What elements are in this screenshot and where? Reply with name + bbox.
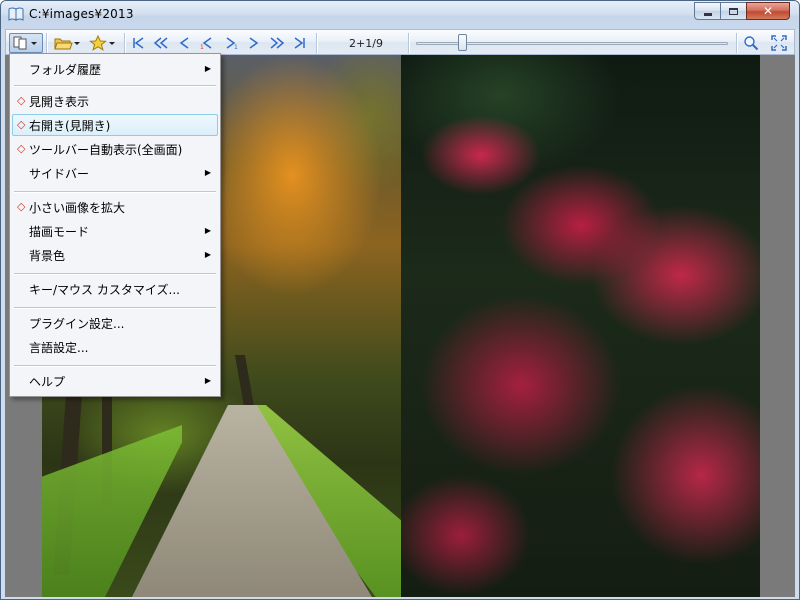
svg-text:1: 1 — [200, 44, 204, 50]
menu-item-label: 右開き(見開き) — [29, 118, 111, 133]
svg-text:1: 1 — [234, 44, 238, 50]
last-page-icon — [294, 37, 305, 49]
menu-item-label: キー/マウス カスタマイズ... — [29, 282, 180, 297]
checked-diamond-icon: ◇ — [17, 118, 26, 131]
page-slider-thumb[interactable] — [458, 34, 468, 51]
checked-diamond-icon: ◇ — [17, 200, 26, 213]
menu-item[interactable]: フォルダ履歴 ▶ — [12, 58, 218, 80]
menu-separator — [14, 85, 216, 86]
menu-item[interactable]: ◇ ツールバー自動表示(全画面) — [12, 138, 218, 160]
submenu-arrow-icon: ▶ — [204, 168, 211, 177]
menu-item[interactable]: ◇ 右開き(見開き) — [12, 114, 218, 136]
minimize-button[interactable] — [694, 2, 720, 20]
menu-separator — [14, 191, 216, 192]
fullscreen-button[interactable] — [768, 33, 790, 53]
prev-single-page-icon: 1 — [200, 37, 212, 50]
book-icon — [8, 7, 24, 21]
menu-item-label: フォルダ履歴 — [29, 62, 102, 77]
menu-item-label: ヘルプ — [29, 374, 66, 389]
menu-item[interactable]: ◇ 見開き表示 — [12, 90, 218, 112]
submenu-arrow-icon: ▶ — [204, 64, 211, 73]
prev-single-page-button[interactable]: 1 — [196, 33, 218, 53]
zoom-button[interactable] — [740, 33, 762, 53]
fast-forward-button[interactable] — [266, 33, 288, 53]
menu-item[interactable]: ◇ 小さい画像を拡大 — [12, 196, 218, 218]
window-title: C:¥images¥2013 — [29, 7, 134, 21]
menu-item[interactable]: キー/マウス カスタマイズ... — [12, 278, 218, 300]
menu-item[interactable]: サイドバー ▶ — [12, 162, 218, 184]
view-menu-icon — [13, 36, 37, 50]
menu-separator — [14, 273, 216, 274]
minimize-icon — [703, 12, 712, 16]
prev-page-icon — [179, 37, 189, 49]
next-single-page-icon: 1 — [226, 37, 238, 50]
open-folder-button[interactable] — [50, 33, 84, 53]
menu-item-label: ツールバー自動表示(全画面) — [29, 142, 183, 157]
title-bar[interactable]: C:¥images¥2013 ✕ — [1, 1, 799, 29]
menu-item[interactable]: プラグイン設定... — [12, 312, 218, 334]
menu-item[interactable]: 言語設定... — [12, 336, 218, 358]
last-page-button[interactable] — [290, 33, 310, 53]
menu-item-label: 言語設定... — [29, 340, 89, 355]
menu-item-label: 背景色 — [29, 248, 66, 263]
bookmark-star-icon — [89, 35, 115, 51]
checked-diamond-icon: ◇ — [17, 94, 26, 107]
next-page-button[interactable] — [244, 33, 264, 53]
menu-item-label: 見開き表示 — [29, 94, 90, 109]
menu-item-label: プラグイン設定... — [29, 316, 125, 331]
bookmark-button[interactable] — [86, 33, 120, 53]
submenu-arrow-icon: ▶ — [204, 376, 211, 385]
photo-red-leaves — [401, 55, 760, 597]
fast-back-icon — [153, 37, 168, 49]
view-menu-button[interactable] — [9, 33, 43, 53]
menu-separator — [14, 365, 216, 366]
maximize-icon — [729, 7, 738, 15]
fast-back-button[interactable] — [150, 33, 172, 53]
menu-separator — [14, 307, 216, 308]
checked-diamond-icon: ◇ — [17, 142, 26, 155]
first-page-icon — [133, 37, 144, 49]
next-page-icon — [249, 37, 259, 49]
menu-item-label: 描画モード — [29, 224, 90, 239]
menu-item[interactable]: ヘルプ ▶ — [12, 370, 218, 392]
window-controls: ✕ — [694, 2, 790, 21]
fast-forward-icon — [270, 37, 285, 49]
close-button[interactable]: ✕ — [746, 2, 790, 20]
viewer-window: C:¥images¥2013 ✕ 1 1 2+1/9 フォルダ履歴 ▶ ◇ 見開… — [0, 0, 800, 600]
close-icon: ✕ — [762, 4, 774, 18]
menu-item[interactable]: 描画モード ▶ — [12, 220, 218, 242]
menu-item-label: 小さい画像を拡大 — [29, 200, 126, 215]
next-single-page-button[interactable]: 1 — [220, 33, 242, 53]
fullscreen-icon — [771, 35, 787, 51]
zoom-icon — [744, 36, 759, 51]
first-page-button[interactable] — [128, 33, 148, 53]
menu-item-label: サイドバー — [29, 166, 90, 181]
menu-item[interactable]: 背景色 ▶ — [12, 244, 218, 266]
maximize-button[interactable] — [720, 2, 746, 20]
view-dropdown-menu: フォルダ履歴 ▶ ◇ 見開き表示 ◇ 右開き(見開き) ◇ ツールバー自動表示(全画面) サイド… — [9, 53, 221, 397]
submenu-arrow-icon: ▶ — [204, 226, 211, 235]
page-indicator: 2+1/9 — [349, 36, 383, 50]
toolbar: 1 1 2+1/9 — [5, 29, 795, 55]
open-folder-icon — [54, 38, 80, 50]
submenu-arrow-icon: ▶ — [204, 250, 211, 259]
prev-page-button[interactable] — [174, 33, 194, 53]
